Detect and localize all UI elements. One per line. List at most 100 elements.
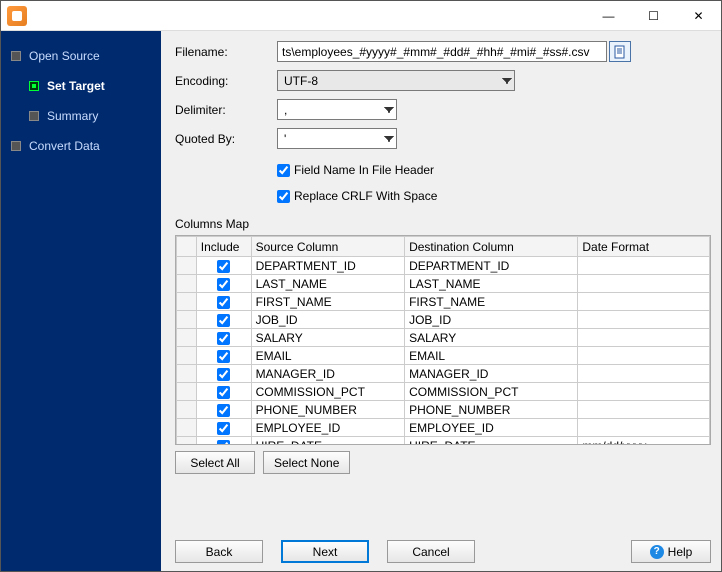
include-checkbox[interactable] bbox=[217, 260, 230, 273]
table-row[interactable]: COMMISSION_PCTCOMMISSION_PCT bbox=[177, 383, 710, 401]
include-cell[interactable] bbox=[196, 311, 251, 329]
table-row[interactable]: JOB_IDJOB_ID bbox=[177, 311, 710, 329]
dest-cell[interactable]: LAST_NAME bbox=[405, 275, 578, 293]
dest-cell[interactable]: MANAGER_ID bbox=[405, 365, 578, 383]
include-cell[interactable] bbox=[196, 419, 251, 437]
cancel-button[interactable]: Cancel bbox=[387, 540, 475, 563]
row-selector[interactable] bbox=[177, 347, 197, 365]
fmt-cell[interactable] bbox=[578, 257, 710, 275]
dest-cell[interactable]: EMPLOYEE_ID bbox=[405, 419, 578, 437]
minimize-button[interactable]: — bbox=[586, 1, 631, 31]
row-selector[interactable] bbox=[177, 365, 197, 383]
include-checkbox[interactable] bbox=[217, 296, 230, 309]
table-row[interactable]: HIRE_DATEHIRE_DATEmm/dd/yyyy bbox=[177, 437, 710, 446]
browse-button[interactable] bbox=[609, 41, 631, 62]
row-selector[interactable] bbox=[177, 275, 197, 293]
fmt-cell[interactable] bbox=[578, 311, 710, 329]
help-button[interactable]: ? Help bbox=[631, 540, 711, 563]
row-selector[interactable] bbox=[177, 401, 197, 419]
filename-input[interactable] bbox=[277, 41, 607, 62]
row-selector[interactable] bbox=[177, 383, 197, 401]
include-checkbox[interactable] bbox=[217, 440, 230, 445]
source-cell[interactable]: PHONE_NUMBER bbox=[251, 401, 405, 419]
source-cell[interactable]: DEPARTMENT_ID bbox=[251, 257, 405, 275]
table-row[interactable]: SALARYSALARY bbox=[177, 329, 710, 347]
include-cell[interactable] bbox=[196, 329, 251, 347]
dest-header[interactable]: Destination Column bbox=[405, 237, 578, 257]
include-cell[interactable] bbox=[196, 293, 251, 311]
include-cell[interactable] bbox=[196, 401, 251, 419]
select-all-button[interactable]: Select All bbox=[175, 451, 255, 474]
source-cell[interactable]: MANAGER_ID bbox=[251, 365, 405, 383]
source-cell[interactable]: HIRE_DATE bbox=[251, 437, 405, 446]
step-summary[interactable]: Summary bbox=[1, 101, 161, 131]
fmt-header[interactable]: Date Format bbox=[578, 237, 710, 257]
row-selector[interactable] bbox=[177, 437, 197, 446]
step-set-target[interactable]: Set Target bbox=[1, 71, 161, 101]
encoding-select[interactable]: UTF-8 bbox=[277, 70, 515, 91]
include-cell[interactable] bbox=[196, 275, 251, 293]
table-row[interactable]: MANAGER_IDMANAGER_ID bbox=[177, 365, 710, 383]
select-none-button[interactable]: Select None bbox=[263, 451, 350, 474]
table-row[interactable]: PHONE_NUMBERPHONE_NUMBER bbox=[177, 401, 710, 419]
step-open-source[interactable]: Open Source bbox=[1, 41, 161, 71]
fmt-cell[interactable] bbox=[578, 419, 710, 437]
fmt-cell[interactable] bbox=[578, 401, 710, 419]
fmt-cell[interactable] bbox=[578, 329, 710, 347]
dest-cell[interactable]: PHONE_NUMBER bbox=[405, 401, 578, 419]
source-cell[interactable]: SALARY bbox=[251, 329, 405, 347]
include-cell[interactable] bbox=[196, 437, 251, 446]
table-row[interactable]: EMPLOYEE_IDEMPLOYEE_ID bbox=[177, 419, 710, 437]
source-cell[interactable]: LAST_NAME bbox=[251, 275, 405, 293]
fmt-cell[interactable] bbox=[578, 365, 710, 383]
source-cell[interactable]: COMMISSION_PCT bbox=[251, 383, 405, 401]
include-header[interactable]: Include bbox=[196, 237, 251, 257]
source-cell[interactable]: EMPLOYEE_ID bbox=[251, 419, 405, 437]
fmt-cell[interactable] bbox=[578, 293, 710, 311]
include-checkbox[interactable] bbox=[217, 368, 230, 381]
source-cell[interactable]: FIRST_NAME bbox=[251, 293, 405, 311]
dest-cell[interactable]: DEPARTMENT_ID bbox=[405, 257, 578, 275]
source-cell[interactable]: EMAIL bbox=[251, 347, 405, 365]
include-cell[interactable] bbox=[196, 365, 251, 383]
fmt-cell[interactable]: mm/dd/yyyy bbox=[578, 437, 710, 446]
include-checkbox[interactable] bbox=[217, 278, 230, 291]
next-button[interactable]: Next bbox=[281, 540, 369, 563]
close-button[interactable]: ✕ bbox=[676, 1, 721, 31]
table-row[interactable]: FIRST_NAMEFIRST_NAME bbox=[177, 293, 710, 311]
fmt-cell[interactable] bbox=[578, 347, 710, 365]
table-row[interactable]: LAST_NAMELAST_NAME bbox=[177, 275, 710, 293]
include-checkbox[interactable] bbox=[217, 386, 230, 399]
table-row[interactable]: EMAILEMAIL bbox=[177, 347, 710, 365]
table-row[interactable]: DEPARTMENT_IDDEPARTMENT_ID bbox=[177, 257, 710, 275]
row-selector[interactable] bbox=[177, 311, 197, 329]
include-cell[interactable] bbox=[196, 383, 251, 401]
include-cell[interactable] bbox=[196, 347, 251, 365]
back-button[interactable]: Back bbox=[175, 540, 263, 563]
dest-cell[interactable]: EMAIL bbox=[405, 347, 578, 365]
include-checkbox[interactable] bbox=[217, 404, 230, 417]
maximize-button[interactable]: ☐ bbox=[631, 1, 676, 31]
include-cell[interactable] bbox=[196, 257, 251, 275]
row-selector[interactable] bbox=[177, 257, 197, 275]
include-checkbox[interactable] bbox=[217, 314, 230, 327]
field-header-checkbox[interactable] bbox=[277, 164, 290, 177]
dest-cell[interactable]: HIRE_DATE bbox=[405, 437, 578, 446]
include-checkbox[interactable] bbox=[217, 350, 230, 363]
row-selector[interactable] bbox=[177, 419, 197, 437]
fmt-cell[interactable] bbox=[578, 275, 710, 293]
quoted-select[interactable]: ' bbox=[277, 128, 397, 149]
delimiter-select[interactable]: , bbox=[277, 99, 397, 120]
dest-cell[interactable]: FIRST_NAME bbox=[405, 293, 578, 311]
dest-cell[interactable]: JOB_ID bbox=[405, 311, 578, 329]
dest-cell[interactable]: SALARY bbox=[405, 329, 578, 347]
step-convert-data[interactable]: Convert Data bbox=[1, 131, 161, 161]
fmt-cell[interactable] bbox=[578, 383, 710, 401]
source-cell[interactable]: JOB_ID bbox=[251, 311, 405, 329]
dest-cell[interactable]: COMMISSION_PCT bbox=[405, 383, 578, 401]
include-checkbox[interactable] bbox=[217, 332, 230, 345]
row-selector[interactable] bbox=[177, 329, 197, 347]
source-header[interactable]: Source Column bbox=[251, 237, 405, 257]
replace-crlf-checkbox[interactable] bbox=[277, 190, 290, 203]
row-selector[interactable] bbox=[177, 293, 197, 311]
